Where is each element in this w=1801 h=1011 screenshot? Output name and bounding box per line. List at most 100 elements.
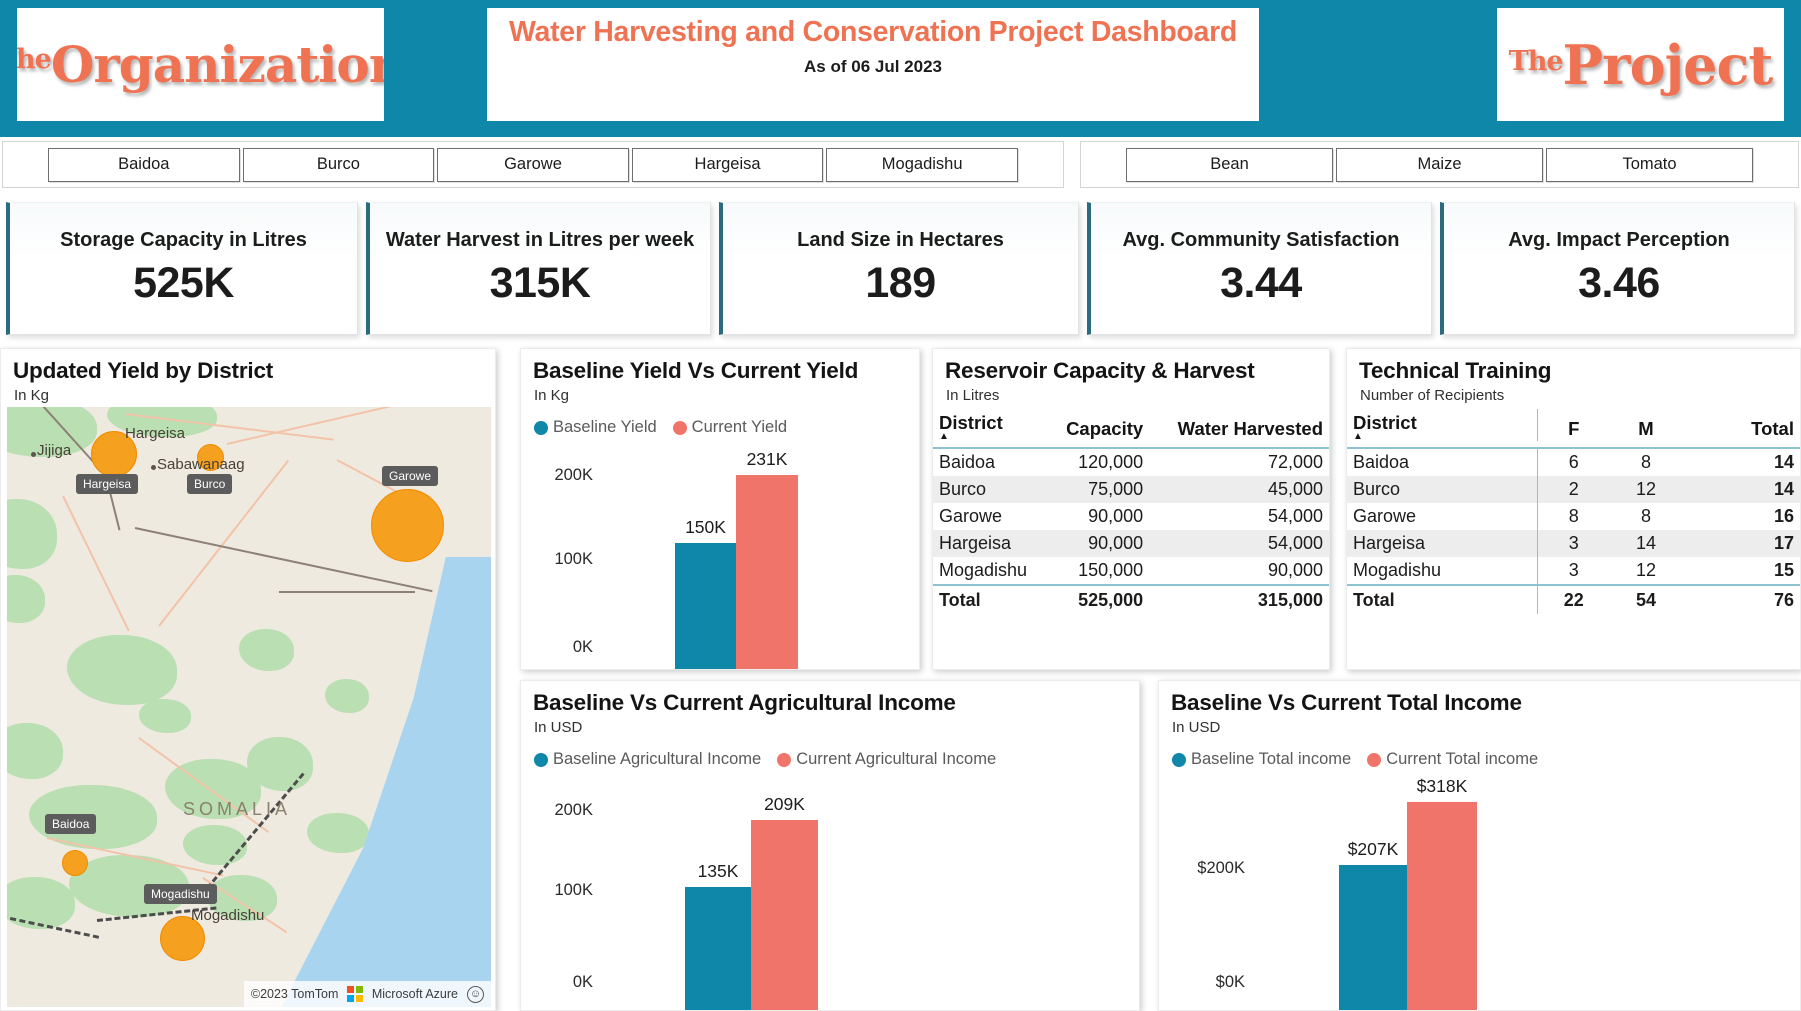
table-row[interactable]: Garowe 90,000 54,000 (933, 503, 1329, 530)
table-subtitle: Number of Recipients (1360, 387, 1505, 404)
bar-current-agricultural-income[interactable] (751, 820, 818, 1010)
bar-baseline-total-income[interactable] (1339, 865, 1407, 1010)
slicer-option-burco[interactable]: Burco (242, 147, 435, 182)
kpi-label: Water Harvest in Litres per week (385, 228, 695, 251)
baseline-vs-current-yield-chart: Baseline Yield Vs Current Yield In Kg Ba… (520, 348, 920, 670)
slicer-option-tomato[interactable]: Tomato (1546, 147, 1753, 182)
table-total-row: Total 22 54 76 (1347, 584, 1800, 614)
cell-male: 8 (1640, 506, 1651, 526)
cell-total-label: Total (933, 584, 1048, 614)
microsoft-logo-icon (347, 986, 363, 1002)
kpi-card-impact-perception[interactable]: Avg. Impact Perception 3.46 (1440, 202, 1795, 335)
reservoir-table: District ▲ Capacity Water Harvested Baid… (933, 409, 1329, 614)
slicer-option-baidoa[interactable]: Baidoa (48, 147, 240, 182)
cell-total: 16 (1773, 506, 1794, 526)
column-header-male[interactable]: M (1610, 409, 1682, 441)
bar-value-label: $207K (1347, 839, 1399, 859)
table-row[interactable]: Burco 75,000 45,000 (933, 476, 1329, 503)
bar-current-total-income[interactable] (1407, 802, 1477, 1010)
chart-title: Baseline Vs Current Agricultural Income (533, 690, 956, 715)
table-row[interactable]: Baidoa 6 8 14 (1347, 448, 1800, 476)
cell-grand-total: 76 (1682, 584, 1800, 614)
map-city-label-jijiga: Jijiga (37, 442, 72, 459)
cell-total-water-harvested: 315,000 (1149, 584, 1329, 614)
map-bubble-garowe[interactable] (371, 489, 444, 562)
y-tick-label: $0K (1215, 973, 1245, 991)
slicer-option-bean[interactable]: Bean (1126, 147, 1333, 182)
cell-water-harvested: 54,000 (1267, 506, 1323, 526)
column-header-capacity[interactable]: Capacity (1047, 409, 1149, 441)
table-title: Reservoir Capacity & Harvest (945, 358, 1255, 383)
map-bubble-baidoa[interactable] (62, 850, 88, 876)
table-row[interactable]: Hargeisa 3 14 17 (1347, 530, 1800, 557)
feedback-smiley-icon[interactable]: ☺ (467, 985, 484, 1003)
crop-slicer: Bean Maize Tomato (1080, 141, 1799, 188)
cell-capacity: 150,000 (1078, 560, 1144, 580)
bar-value-label: 135K (697, 861, 739, 881)
cell-total: 17 (1682, 530, 1800, 557)
cell-water-harvested: 72,000 (1267, 452, 1323, 472)
bar-value-label: 150K (685, 517, 726, 537)
baseline-vs-current-total-income-chart: Baseline Vs Current Total Income In USD … (1158, 680, 1801, 1011)
organization-logo: TheOrganization (17, 8, 384, 121)
map-canvas[interactable]: Hargeisa Burco Garowe Baidoa Mogadishu J… (7, 407, 491, 1007)
kpi-card-community-satisfaction[interactable]: Avg. Community Satisfaction 3.44 (1087, 202, 1432, 335)
kpi-card-storage-capacity[interactable]: Storage Capacity in Litres 525K (6, 202, 358, 335)
technical-training-table-panel: Technical Training Number of Recipients … (1346, 348, 1801, 670)
kpi-label: Avg. Community Satisfaction (1122, 228, 1400, 251)
map-attribution: ©2023 TomTom Microsoft Azure ☺ (243, 981, 491, 1007)
chart-subtitle: In Kg (534, 387, 570, 404)
cell-water-harvested: 90,000 (1267, 560, 1323, 580)
slicer-option-garowe[interactable]: Garowe (437, 147, 629, 182)
map-panel: Updated Yield by District In Kg Hargeisa… (0, 348, 496, 1011)
map-pin-label-burco: Burco (187, 474, 233, 494)
cell-district: Burco (1347, 476, 1538, 503)
table-row[interactable]: Garowe 8 8 16 (1347, 503, 1800, 530)
bar-value-label: 231K (746, 449, 788, 469)
map-subtitle: In Kg (14, 387, 50, 404)
bar-baseline-agricultural-income[interactable] (685, 887, 751, 1010)
cell-capacity: 90,000 (1047, 530, 1150, 557)
column-header-total[interactable]: Total (1682, 409, 1800, 441)
project-logo-the: The (1508, 45, 1564, 77)
column-header-district[interactable]: District ▲ (1347, 409, 1537, 442)
organization-logo-the: The (17, 44, 52, 75)
cell-total: 14 (1773, 452, 1794, 472)
chart-title: Baseline Yield Vs Current Yield (533, 358, 859, 383)
slicer-option-maize[interactable]: Maize (1336, 147, 1543, 182)
table-title: Technical Training (1359, 358, 1552, 383)
table-row[interactable]: Mogadishu 150,000 90,000 (933, 557, 1329, 585)
bar-value-label: $318K (1416, 776, 1468, 796)
cell-female: 6 (1536, 448, 1610, 476)
cell-male: 8 (1640, 452, 1651, 472)
page-title: Water Harvesting and Conservation Projec… (509, 16, 1237, 48)
table-row[interactable]: Burco 2 12 14 (1347, 476, 1800, 503)
slicer-option-mogadishu[interactable]: Mogadishu (826, 147, 1018, 182)
cell-district: Baidoa (1353, 452, 1410, 472)
cell-district: Burco (933, 476, 1048, 503)
map-pin-label-baidoa: Baidoa (45, 814, 97, 834)
cell-district: Baidoa (939, 452, 996, 472)
cell-total-capacity: 525,000 (1047, 584, 1150, 614)
kpi-card-water-harvest[interactable]: Water Harvest in Litres per week 315K (366, 202, 711, 335)
slicer-option-hargeisa[interactable]: Hargeisa (631, 147, 824, 182)
column-header-water-harvested[interactable]: Water Harvested (1149, 409, 1329, 441)
bar-baseline-yield[interactable] (675, 543, 736, 669)
column-header-district[interactable]: District ▲ (933, 409, 1047, 442)
cell-female: 3 (1536, 530, 1610, 557)
kpi-card-land-size[interactable]: Land Size in Hectares 189 (719, 202, 1079, 335)
cell-water-harvested: 45,000 (1149, 476, 1329, 503)
table-row[interactable]: Mogadishu 3 12 15 (1347, 557, 1800, 585)
table-row[interactable]: Hargeisa 90,000 54,000 (933, 530, 1329, 557)
cell-total-male: 54 (1609, 584, 1683, 614)
map-country-label: SOMALIA (183, 799, 292, 819)
column-header-female[interactable]: F (1536, 409, 1610, 441)
map-provider: Microsoft Azure (371, 987, 458, 1001)
kpi-value: 3.46 (1578, 259, 1660, 308)
table-row[interactable]: Baidoa 120,000 72,000 (933, 448, 1329, 476)
bar-current-yield[interactable] (736, 475, 798, 669)
map-pin-label-mogadishu: Mogadishu (144, 884, 217, 904)
baseline-vs-current-agricultural-income-chart: Baseline Vs Current Agricultural Income … (520, 680, 1140, 1011)
map-city-label-hargeisa: Hargeisa (125, 425, 186, 442)
column-header-label: District (1353, 412, 1417, 433)
